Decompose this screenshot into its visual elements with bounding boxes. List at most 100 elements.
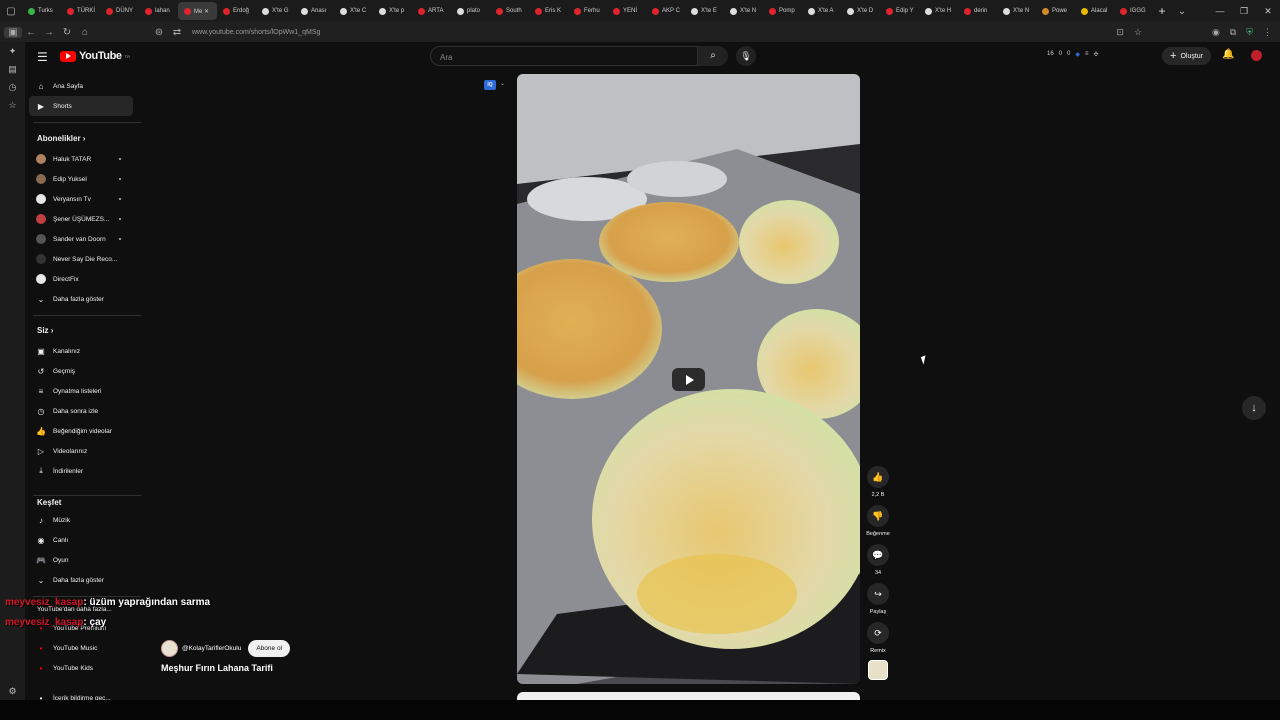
favorites-icon[interactable]: ☆	[0, 96, 25, 114]
browser-tab[interactable]: plato	[451, 2, 490, 20]
sidebar-item-clock[interactable]: ◷ Daha sonra izle	[29, 401, 133, 421]
browser-tab[interactable]: X'te A	[802, 2, 841, 20]
browser-tab[interactable]: Me ✕	[178, 2, 217, 20]
wallet-icon[interactable]: ▤	[0, 60, 25, 78]
subscription-item[interactable]: Edip Yuksel	[29, 169, 133, 189]
browser-tab[interactable]: X'te N	[724, 2, 763, 20]
youtube-app-item[interactable]: • YouTube Music	[29, 638, 133, 658]
browser-tab[interactable]: X'te p	[373, 2, 412, 20]
browser-tab[interactable]: Turks	[22, 2, 61, 20]
browser-tab[interactable]: derin	[958, 2, 997, 20]
new-tab-button[interactable]: +	[1153, 4, 1171, 18]
browser-tab[interactable]: Anası	[295, 2, 334, 20]
account-icon[interactable]: ◉	[1212, 27, 1220, 38]
subscribe-button[interactable]: Abone ol	[248, 640, 291, 657]
channel-name[interactable]: @KolayTariflerOkulu	[182, 645, 241, 652]
subscription-item[interactable]: Never Say Die Reco...	[29, 249, 133, 269]
subscriptions-header[interactable]: Abonelikler ›	[37, 134, 85, 143]
browser-tab[interactable]: Eris K	[529, 2, 568, 20]
show-more-subscriptions[interactable]: ⌄ Daha fazla göster	[29, 289, 133, 309]
sidebar-item-download[interactable]: ⤓ İndirilenler	[29, 461, 133, 481]
back-icon[interactable]: ←	[22, 27, 40, 38]
iq-extension-icon[interactable]: IQ	[484, 80, 496, 90]
you-header[interactable]: Siz ›	[37, 326, 53, 335]
browser-tab[interactable]: X'te C	[334, 2, 373, 20]
browser-tab[interactable]: TÜRKİ	[61, 2, 100, 20]
browser-tab[interactable]: South	[490, 2, 529, 20]
sidebar-item-playlist[interactable]: ≡ Oynatma listeleri	[29, 381, 133, 401]
subscription-item[interactable]: Veryansın Tv	[29, 189, 133, 209]
shield-icon[interactable]: ⛨	[1246, 27, 1253, 38]
subscription-item[interactable]: Sander van Doorn	[29, 229, 133, 249]
browser-tab[interactable]: X'te N	[997, 2, 1036, 20]
browser-tab[interactable]: Powe	[1036, 2, 1075, 20]
browser-tab[interactable]: Alacal	[1075, 2, 1114, 20]
home-icon[interactable]: ⌂	[76, 27, 94, 38]
browser-tab[interactable]: Edip Y	[880, 2, 919, 20]
browser-menu-icon[interactable]: ⋮	[1263, 27, 1272, 38]
site-settings-icon[interactable]: ⇄	[168, 27, 186, 38]
microphone-icon[interactable]: 🎙	[736, 46, 756, 66]
sidebar-item-channel[interactable]: ▣ Kanalınız	[29, 341, 133, 361]
comment-icon[interactable]: 💬	[867, 544, 889, 566]
settings-icon[interactable]: ⚙	[0, 682, 25, 700]
sidebar-item-gaming[interactable]: 🎮 Oyun	[29, 550, 133, 570]
browser-tab[interactable]: X'te D	[841, 2, 880, 20]
filter-icon[interactable]: ≡	[1085, 51, 1089, 58]
search-icon[interactable]: ⌕	[698, 46, 728, 66]
sidebar-item-home[interactable]: ⌂ Ana Sayfa	[29, 76, 133, 96]
sidebar-panel-icon[interactable]: ▣	[4, 26, 22, 38]
browser-tab[interactable]: DÜNY	[100, 2, 139, 20]
thumbs-down-icon[interactable]: 👎	[867, 505, 889, 527]
sidebar-item-chevron-down[interactable]: ⌄ Daha fazla göster	[29, 570, 133, 590]
notifications-bell-icon[interactable]: 🔔	[1222, 49, 1234, 60]
browser-tab[interactable]: ARTA	[412, 2, 451, 20]
browser-tab[interactable]: X'te G	[256, 2, 295, 20]
subscription-item[interactable]: Haluk TATAR	[29, 149, 133, 169]
site-info-icon[interactable]: ⊜	[150, 27, 168, 38]
browser-tab[interactable]: YENİ	[607, 2, 646, 20]
play-button-icon[interactable]	[672, 368, 705, 391]
reload-icon[interactable]: ↻	[58, 27, 76, 38]
history-rail-icon[interactable]: ◷	[0, 78, 25, 96]
sidebar-item-video[interactable]: ▷ Videolarınız	[29, 441, 133, 461]
sidebar-item-live[interactable]: ◉ Canlı	[29, 530, 133, 550]
tab-list-chevron-icon[interactable]: ⌄	[1171, 0, 1193, 22]
youtube-app-item[interactable]: • YouTube Kids	[29, 658, 133, 678]
subscription-item[interactable]: Şener ÜŞÜMEZS...	[29, 209, 133, 229]
browser-tab[interactable]: IGGG	[1114, 2, 1153, 20]
bookmark-star-icon[interactable]: ☆	[1134, 27, 1142, 38]
arrow-down-icon[interactable]: ↓	[1242, 396, 1266, 420]
ai-icon[interactable]: ✦	[0, 42, 25, 60]
explore-header[interactable]: Keşfet	[37, 498, 61, 507]
browser-tab[interactable]: Pomp	[763, 2, 802, 20]
search-input[interactable]: Ara	[430, 46, 698, 66]
browser-tab[interactable]: Erdoğ	[217, 2, 256, 20]
remix-icon[interactable]: ⟳	[867, 622, 889, 644]
sidebar-item-shorts[interactable]: ▶ Shorts	[29, 96, 133, 116]
audio-source-thumbnail[interactable]	[868, 660, 888, 680]
url-field[interactable]: www.youtube.com/shorts/lOpWw1_qMSg	[192, 29, 320, 36]
hamburger-menu-icon[interactable]: ☰	[37, 50, 48, 64]
sidebar-toggle-icon[interactable]: ▢	[0, 0, 22, 22]
video-title[interactable]: Meşhur Fırın Lahana Tarifi	[161, 663, 273, 673]
browser-tab[interactable]: lahan	[139, 2, 178, 20]
subscription-item[interactable]: DirectFix	[29, 269, 133, 289]
browser-tab[interactable]: AKP C	[646, 2, 685, 20]
browser-tab[interactable]: Ferhu	[568, 2, 607, 20]
create-button[interactable]: + Oluştur	[1162, 47, 1211, 65]
maximize-icon[interactable]: ❐	[1232, 0, 1256, 22]
channel-avatar[interactable]	[161, 640, 178, 657]
browser-tab[interactable]: X'te E	[685, 2, 724, 20]
browser-tab[interactable]: X'te H	[919, 2, 958, 20]
chevron-down-icon[interactable]: ⌄	[500, 80, 505, 87]
close-window-icon[interactable]: ✕	[1256, 0, 1280, 22]
sidebar-item-thumbs-up[interactable]: 👍 Beğendiğim videolar	[29, 421, 133, 441]
extension-badge-icon[interactable]: ◆	[1075, 51, 1080, 58]
minimize-icon[interactable]: —	[1208, 0, 1232, 22]
youtube-logo[interactable]: YouTube TR	[60, 50, 130, 62]
sidebar-item-music[interactable]: ♪ Müzik	[29, 510, 133, 530]
sidebar-item-history[interactable]: ↺ Geçmiş	[29, 361, 133, 381]
extensions-icon[interactable]: ⧉	[1230, 27, 1236, 38]
forward-icon[interactable]: →	[40, 27, 58, 38]
